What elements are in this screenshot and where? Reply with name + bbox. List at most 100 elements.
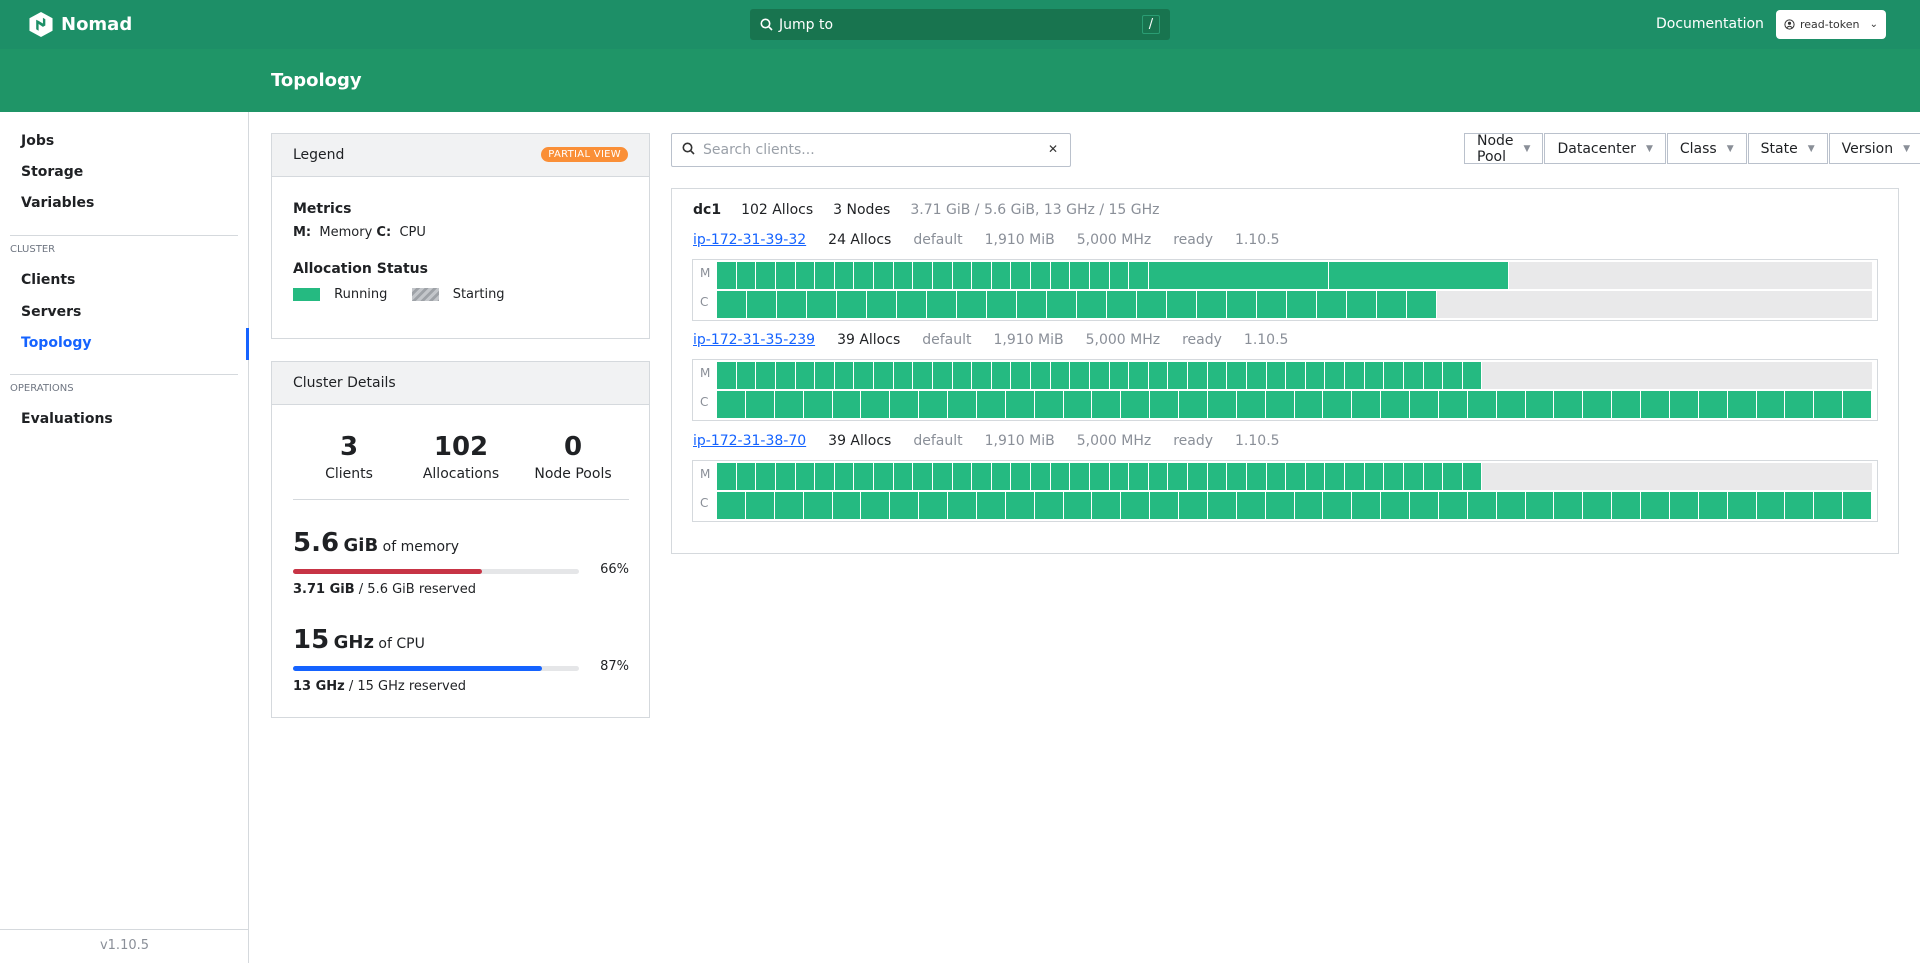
node-allocation-chart[interactable]: M C (692, 359, 1878, 421)
allocation-block[interactable] (1148, 262, 1329, 289)
allocation-block[interactable] (972, 463, 992, 490)
allocation-block[interactable] (1669, 391, 1699, 418)
allocation-block[interactable] (1403, 362, 1424, 389)
allocation-block[interactable] (1612, 391, 1641, 418)
allocation-block[interactable] (1410, 492, 1439, 519)
allocation-block[interactable] (1843, 391, 1872, 418)
allocation-block[interactable] (1167, 291, 1198, 318)
filter-state[interactable]: State ▼ (1747, 133, 1828, 164)
sidebar-item-storage[interactable]: Storage (21, 164, 83, 180)
allocation-block[interactable] (1554, 391, 1584, 418)
allocation-block[interactable] (919, 492, 948, 519)
allocation-block[interactable] (1031, 262, 1051, 289)
allocation-block[interactable] (1179, 391, 1208, 418)
allocation-block[interactable] (948, 492, 977, 519)
allocation-block[interactable] (1698, 492, 1728, 519)
allocation-block[interactable] (991, 463, 1012, 490)
allocation-block[interactable] (1266, 463, 1287, 490)
allocation-block[interactable] (1843, 492, 1872, 519)
allocation-block[interactable] (1050, 262, 1071, 289)
allocation-block[interactable] (736, 262, 757, 289)
allocation-block[interactable] (854, 463, 874, 490)
allocation-block[interactable] (807, 291, 838, 318)
allocation-block[interactable] (1756, 492, 1786, 519)
allocation-block[interactable] (1070, 362, 1090, 389)
allocation-block[interactable] (756, 262, 776, 289)
allocation-block[interactable] (1583, 391, 1613, 418)
sidebar-item-servers[interactable]: Servers (21, 304, 81, 320)
allocation-block[interactable] (1583, 492, 1613, 519)
allocation-block[interactable] (1207, 463, 1228, 490)
allocation-block[interactable] (1525, 492, 1555, 519)
allocation-block[interactable] (717, 362, 737, 389)
allocation-block[interactable] (1246, 463, 1267, 490)
allocation-block[interactable] (893, 362, 914, 389)
allocation-block[interactable] (976, 492, 1006, 519)
allocation-block[interactable] (1207, 362, 1228, 389)
allocation-block[interactable] (717, 463, 737, 490)
allocation-block[interactable] (1496, 391, 1526, 418)
allocation-block[interactable] (1236, 391, 1266, 418)
allocation-block[interactable] (1814, 492, 1844, 519)
allocation-block[interactable] (1188, 362, 1208, 389)
allocation-block[interactable] (1305, 362, 1326, 389)
allocation-block[interactable] (775, 362, 796, 389)
allocation-block[interactable] (1011, 362, 1031, 389)
allocation-block[interactable] (1050, 362, 1071, 389)
allocation-block[interactable] (1462, 463, 1483, 490)
node-link[interactable]: ip-172-31-39-32 (693, 232, 806, 248)
allocation-block[interactable] (1525, 391, 1555, 418)
allocation-block[interactable] (913, 262, 933, 289)
allocation-block[interactable] (1227, 463, 1247, 490)
allocation-block[interactable] (854, 262, 874, 289)
allocation-block[interactable] (1407, 291, 1438, 318)
allocation-block[interactable] (1423, 463, 1444, 490)
allocation-block[interactable] (1129, 463, 1149, 490)
allocation-block[interactable] (1005, 492, 1035, 519)
allocation-block[interactable] (1265, 492, 1295, 519)
filter-node-pool[interactable]: Node Pool ▼ (1464, 133, 1544, 165)
allocation-block[interactable] (952, 362, 973, 389)
allocation-block[interactable] (861, 391, 891, 418)
allocation-block[interactable] (991, 362, 1012, 389)
allocation-block[interactable] (1011, 463, 1031, 490)
allocation-block[interactable] (1467, 391, 1497, 418)
allocation-block[interactable] (957, 291, 988, 318)
allocation-block[interactable] (1089, 463, 1110, 490)
allocation-block[interactable] (1227, 362, 1247, 389)
allocation-block[interactable] (1179, 492, 1208, 519)
allocation-block[interactable] (832, 492, 862, 519)
allocation-block[interactable] (834, 362, 855, 389)
allocation-block[interactable] (1323, 391, 1353, 418)
allocation-block[interactable] (1410, 391, 1439, 418)
allocation-block[interactable] (1294, 391, 1324, 418)
allocation-block[interactable] (948, 391, 977, 418)
allocation-block[interactable] (1467, 492, 1497, 519)
allocation-block[interactable] (1246, 362, 1267, 389)
allocation-block[interactable] (745, 492, 775, 519)
allocation-block[interactable] (1109, 262, 1130, 289)
allocation-block[interactable] (1462, 362, 1483, 389)
allocation-block[interactable] (1150, 492, 1179, 519)
allocation-block[interactable] (1109, 463, 1130, 490)
node-link[interactable]: ip-172-31-38-70 (693, 433, 806, 449)
allocation-block[interactable] (1034, 492, 1064, 519)
allocation-block[interactable] (1207, 492, 1237, 519)
allocation-block[interactable] (854, 362, 874, 389)
allocation-block[interactable] (1377, 291, 1408, 318)
allocation-block[interactable] (1403, 463, 1424, 490)
allocation-block[interactable] (1121, 492, 1151, 519)
allocation-block[interactable] (1188, 463, 1208, 490)
allocation-block[interactable] (1070, 463, 1090, 490)
allocation-block[interactable] (1017, 291, 1048, 318)
allocation-block[interactable] (1443, 362, 1463, 389)
filter-datacenter[interactable]: Datacenter ▼ (1544, 133, 1666, 164)
allocation-block[interactable] (1077, 291, 1108, 318)
allocation-block[interactable] (775, 262, 796, 289)
allocation-block[interactable] (832, 391, 862, 418)
allocation-block[interactable] (1107, 291, 1138, 318)
allocation-block[interactable] (1227, 291, 1258, 318)
allocation-block[interactable] (1137, 291, 1168, 318)
nomad-logo-link[interactable]: Nomad (29, 12, 132, 37)
allocation-block[interactable] (1265, 391, 1295, 418)
